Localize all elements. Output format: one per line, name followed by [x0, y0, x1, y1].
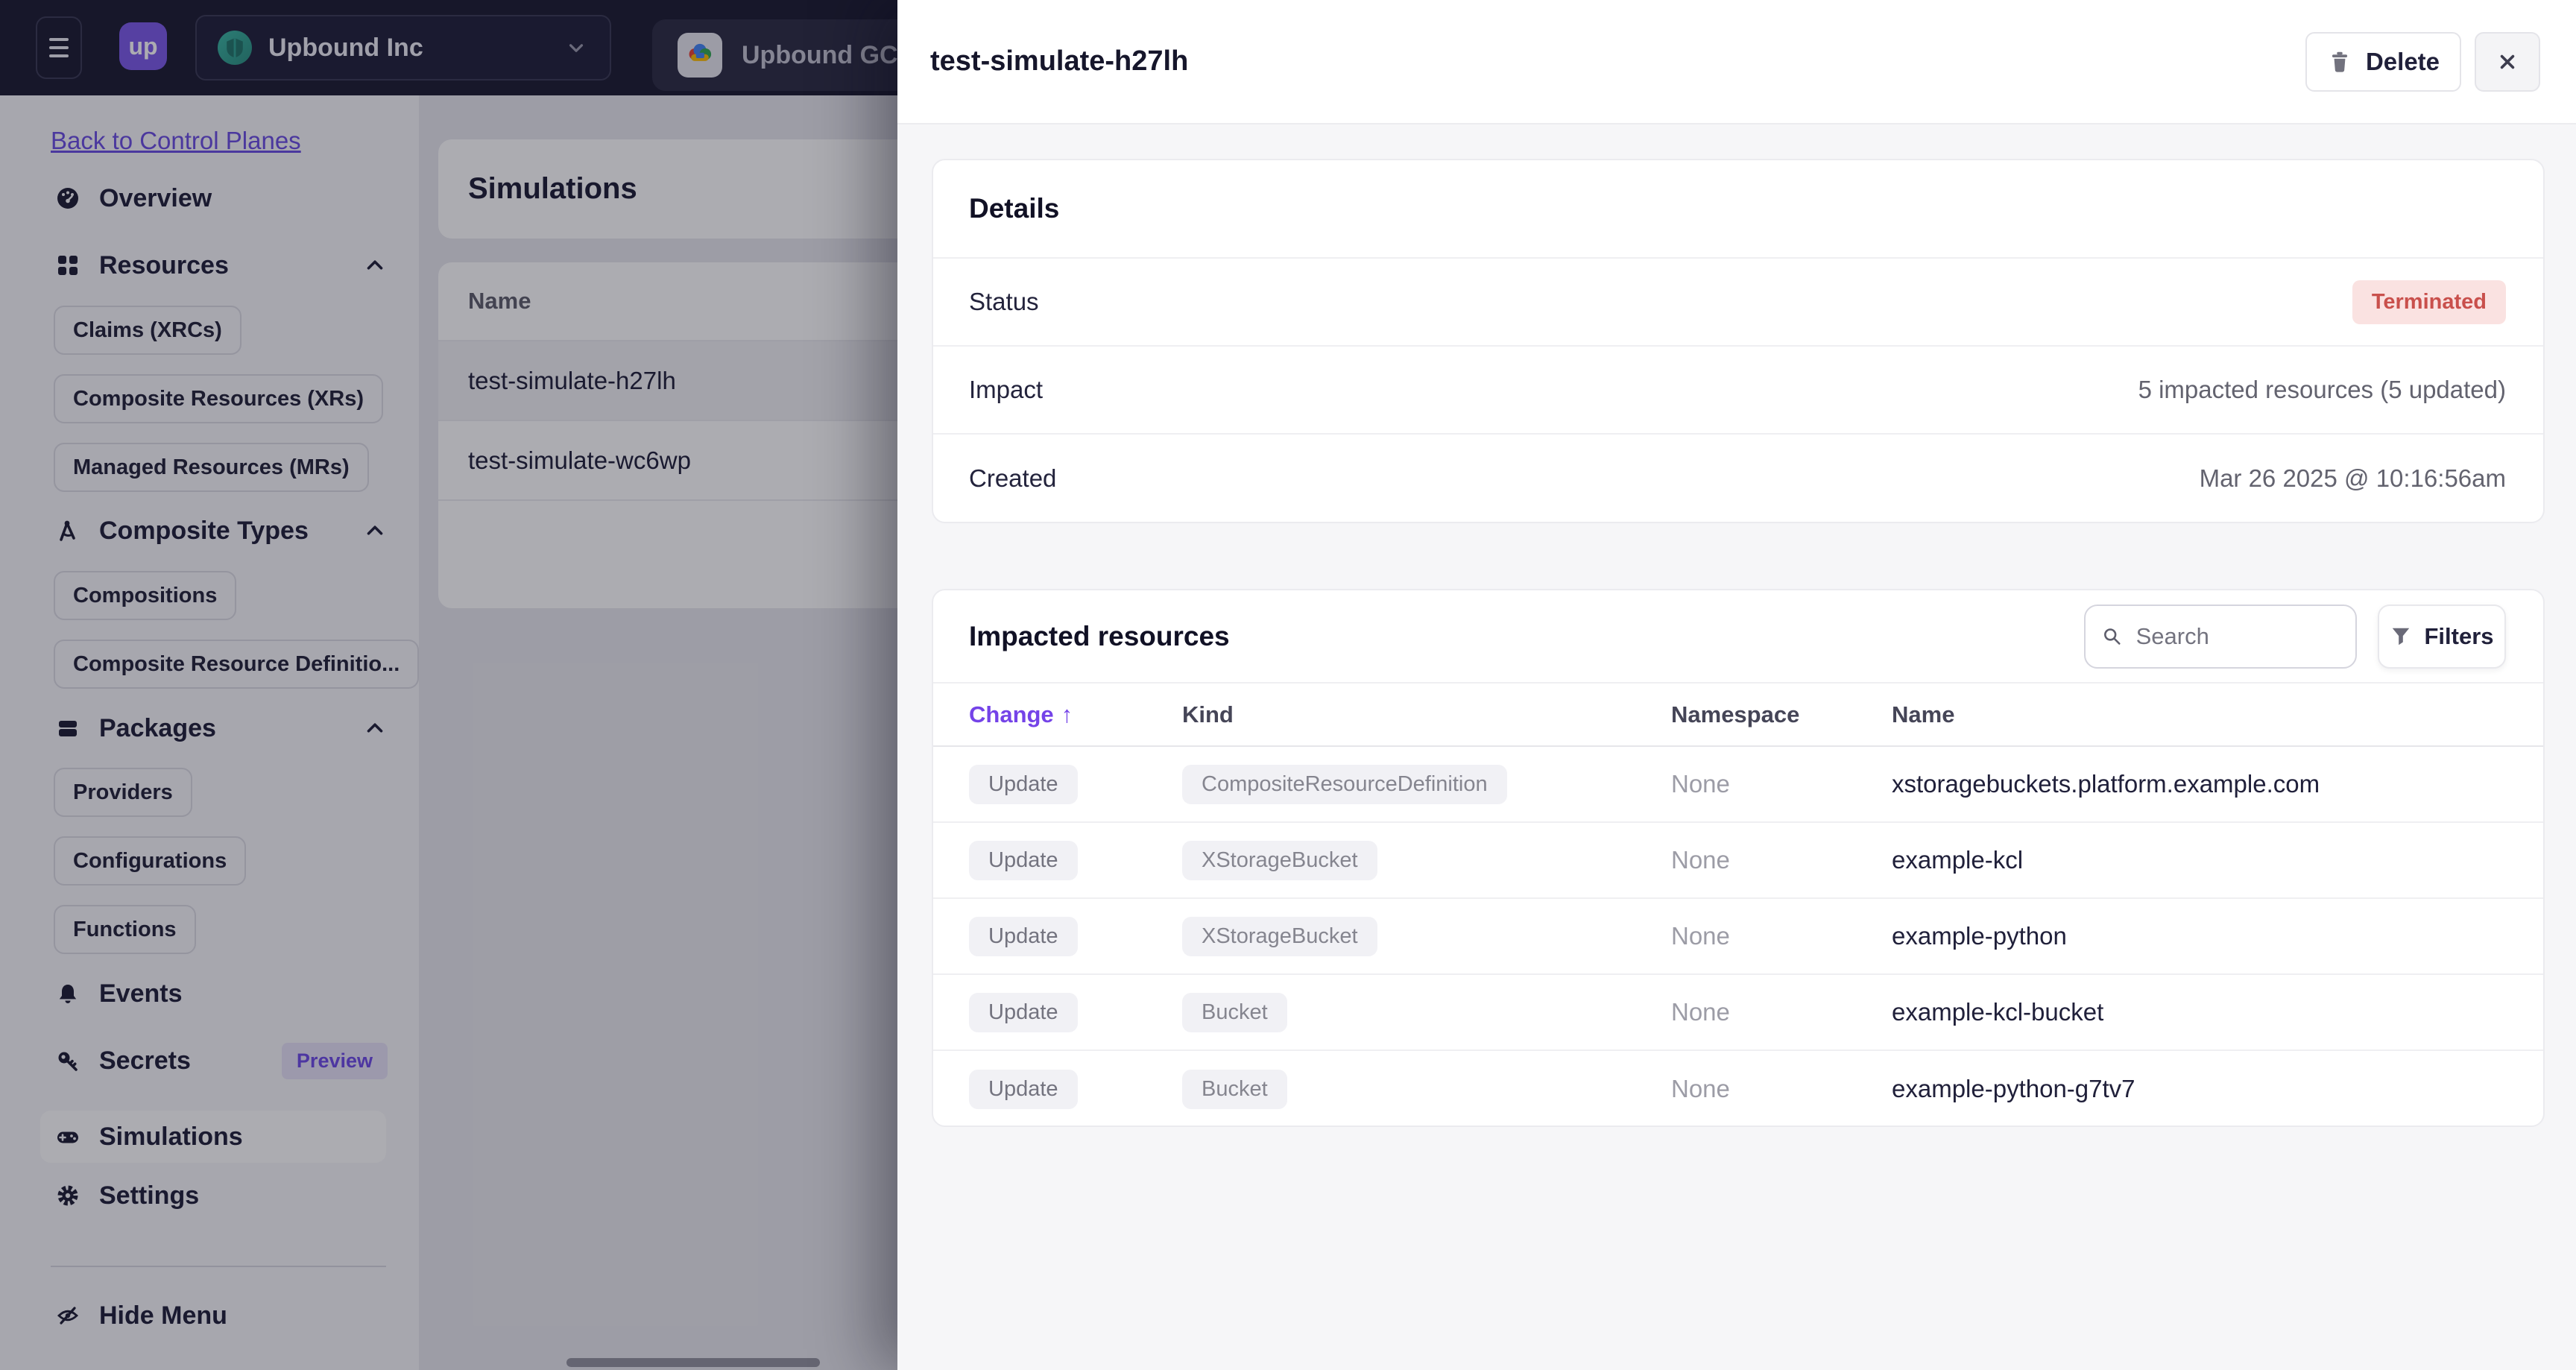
app-window: up Upbound Inc Upbound GCP U Back to Con… — [0, 0, 2576, 1370]
sort-arrow-up-icon: ↑ — [1061, 701, 1073, 727]
column-namespace[interactable]: Namespace — [1671, 701, 1799, 727]
name-cell: example-kcl-bucket — [1892, 998, 2104, 1026]
impacted-row[interactable]: Update CompositeResourceDefinition None … — [933, 747, 2543, 823]
namespace-cell: None — [1671, 846, 1730, 874]
created-row: Created Mar 26 2025 @ 10:16:56am — [933, 435, 2543, 522]
namespace-cell: None — [1671, 922, 1730, 950]
kind-badge: XStorageBucket — [1182, 840, 1377, 880]
column-change-label: Change — [969, 701, 1054, 727]
change-badge: Update — [969, 916, 1078, 956]
change-badge: Update — [969, 840, 1078, 880]
drawer-title: test-simulate-h27lh — [930, 45, 1189, 77]
impacted-resources-card: Impacted resources Filters Change — [932, 589, 2545, 1127]
name-cell: example-python — [1892, 922, 2067, 950]
search-icon — [2104, 628, 2121, 645]
namespace-cell: None — [1671, 1075, 1730, 1102]
column-name[interactable]: Name — [1892, 701, 1954, 727]
search-input-wrapper — [2084, 604, 2357, 669]
details-card: Details Status Terminated Impact 5 impac… — [932, 159, 2545, 523]
simulation-detail-drawer: test-simulate-h27lh Delete Details Statu… — [897, 0, 2576, 1370]
filters-button[interactable]: Filters — [2378, 604, 2506, 669]
change-badge: Update — [969, 992, 1078, 1032]
impacted-resources-title: Impacted resources — [969, 620, 1230, 651]
name-cell: example-kcl — [1892, 846, 2024, 874]
change-badge: Update — [969, 764, 1078, 804]
details-card-title: Details — [933, 160, 2543, 259]
filters-label: Filters — [2424, 622, 2494, 649]
search-input[interactable] — [2134, 622, 2340, 651]
column-change-sort[interactable]: Change ↑ — [969, 701, 1073, 728]
impact-label: Impact — [969, 376, 1044, 403]
status-row: Status Terminated — [933, 259, 2543, 347]
impacted-row[interactable]: Update XStorageBucket None example-kcl — [933, 823, 2543, 899]
impacted-row[interactable]: Update Bucket None example-kcl-bucket — [933, 975, 2543, 1051]
impacted-resources-header: Impacted resources Filters — [933, 590, 2543, 684]
column-kind[interactable]: Kind — [1182, 701, 1234, 727]
kind-badge: XStorageBucket — [1182, 916, 1377, 956]
impact-value: 5 impacted resources (5 updated) — [2138, 376, 2506, 403]
status-label: Status — [969, 288, 1039, 315]
close-button[interactable] — [2475, 31, 2540, 92]
status-badge: Terminated — [2352, 280, 2506, 324]
kind-badge: CompositeResourceDefinition — [1182, 764, 1507, 804]
created-label: Created — [969, 464, 1057, 492]
close-icon — [2500, 54, 2515, 69]
filter-icon — [2393, 628, 2410, 645]
change-badge: Update — [969, 1069, 1078, 1109]
impact-row: Impact 5 impacted resources (5 updated) — [933, 347, 2543, 435]
name-cell: example-python-g7tv7 — [1892, 1075, 2135, 1102]
impacted-table-header: Change ↑ Kind Namespace Name — [933, 684, 2543, 747]
namespace-cell: None — [1671, 770, 1730, 798]
created-value: Mar 26 2025 @ 10:16:56am — [2199, 464, 2506, 492]
name-cell: xstoragebuckets.platform.example.com — [1892, 770, 2320, 798]
impacted-row[interactable]: Update Bucket None example-python-g7tv7 — [933, 1051, 2543, 1126]
drawer-backdrop[interactable] — [0, 0, 897, 1370]
drawer-header: test-simulate-h27lh Delete — [897, 0, 2576, 124]
kind-badge: Bucket — [1182, 1069, 1287, 1109]
namespace-cell: None — [1671, 998, 1730, 1026]
kind-badge: Bucket — [1182, 992, 1287, 1032]
delete-label: Delete — [2365, 47, 2440, 75]
impacted-row[interactable]: Update XStorageBucket None example-pytho… — [933, 899, 2543, 975]
delete-button[interactable]: Delete — [2305, 31, 2461, 92]
trash-icon — [2332, 51, 2348, 72]
